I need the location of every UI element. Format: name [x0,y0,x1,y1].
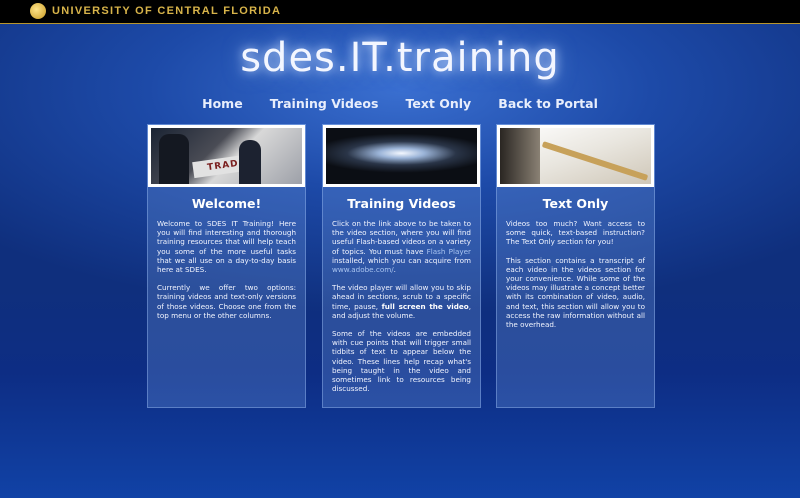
welcome-image: TRAD [148,125,305,187]
image-shadow [500,128,540,184]
pegasus-logo-icon[interactable] [30,3,46,19]
welcome-heading: Welcome! [191,196,262,211]
textonly-paragraph-1: Videos too much? Want access to some qui… [506,219,645,247]
text-only-text: Videos too much? Want access to some qui… [497,219,654,329]
training-videos-column: Training Videos Click on the link above … [322,124,481,408]
nav-back-to-portal[interactable]: Back to Portal [498,96,598,111]
fullscreen-emphasis: full screen the video [381,301,469,311]
videos-paragraph-3: Some of the videos are embedded with cue… [332,329,471,394]
university-name-link[interactable]: UNIVERSITY OF CENTRAL FLORIDA [52,5,281,17]
videos-p1-text-c: . [393,265,396,275]
adobe-link[interactable]: www.adobe.com/ [332,265,394,274]
welcome-text: Welcome to SDES IT Training! Here you wi… [148,219,305,320]
welcome-paragraph-2: Currently we offer two options: training… [157,283,296,320]
main-nav: Home Training Videos Text Only Back to P… [0,93,800,112]
videos-paragraph-2: The video player will allow you to skip … [332,283,471,320]
textonly-paragraph-2: This section contains a transcript of ea… [506,255,645,330]
welcome-paragraph-1: Welcome to SDES IT Training! Here you wi… [157,219,296,275]
text-only-column: Text Only Videos too much? Want access t… [496,124,655,408]
welcome-column: TRAD Welcome! Welcome to SDES IT Trainin… [147,124,306,408]
nav-training-videos[interactable]: Training Videos [270,96,379,111]
presenter-figure [239,140,261,184]
university-header-bar: UNIVERSITY OF CENTRAL FLORIDA [0,0,800,24]
flash-player-link[interactable]: Flash Player [427,247,471,256]
cameraman-figure [159,134,189,184]
training-videos-heading: Training Videos [347,196,456,211]
pencil-paper-image [497,125,654,187]
nav-text-only[interactable]: Text Only [406,96,472,111]
training-videos-text: Click on the link above to be taken to t… [323,219,480,393]
videos-paragraph-1: Click on the link above to be taken to t… [332,219,471,274]
text-only-heading: Text Only [542,196,609,211]
projector-light-image [323,125,480,187]
videos-p1-text-b: installed, which you can acquire from [332,255,471,265]
site-title: sdes.IT.training [240,35,560,81]
pencil-icon [541,141,649,181]
nav-home[interactable]: Home [202,96,243,111]
